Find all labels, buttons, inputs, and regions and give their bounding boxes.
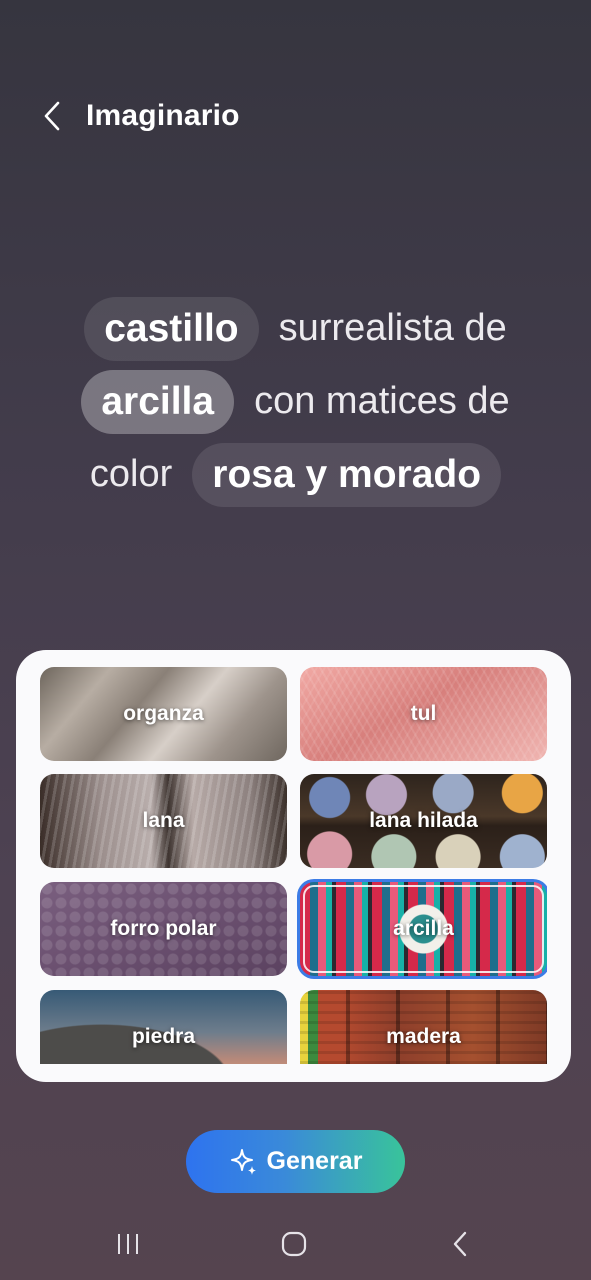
style-tile-piedra[interactable]: piedra: [40, 990, 287, 1064]
back-icon: [453, 1231, 467, 1257]
style-tile-label: piedra: [131, 1025, 196, 1048]
style-tile-tul[interactable]: tul: [300, 667, 547, 761]
generate-button[interactable]: Generar: [186, 1130, 405, 1193]
prompt-line-3: color rosa y morado: [0, 438, 591, 511]
style-picker-panel: organza tul lana lana hilada forro polar…: [16, 650, 571, 1082]
nav-back-button[interactable]: [420, 1212, 500, 1276]
style-tile-organza[interactable]: organza: [40, 667, 287, 761]
style-tile-lana[interactable]: lana: [40, 774, 287, 868]
home-icon: [281, 1231, 307, 1257]
recents-icon: [118, 1234, 138, 1254]
system-nav-bar: [0, 1212, 591, 1276]
style-tile-label: arcilla: [393, 917, 454, 940]
prompt-text: castillo surrealista de arcilla con mati…: [0, 292, 591, 511]
style-tile-label: organza: [123, 702, 204, 725]
style-tile-forro-polar[interactable]: forro polar: [40, 882, 287, 976]
style-tile-label: forro polar: [110, 917, 217, 940]
generate-label: Generar: [266, 1147, 363, 1175]
style-tile-madera[interactable]: madera: [300, 990, 547, 1064]
header: Imaginario: [34, 92, 240, 140]
recents-button[interactable]: [88, 1212, 168, 1276]
prompt-line-2: arcilla con matices de: [0, 365, 591, 438]
style-tile-lana-hilada[interactable]: lana hilada: [300, 774, 547, 868]
prompt-word: con matices de: [254, 380, 510, 422]
style-tile-label: madera: [386, 1025, 461, 1048]
page-title: Imaginario: [86, 99, 240, 132]
keyword-chip-subject[interactable]: castillo: [84, 296, 259, 361]
chevron-left-icon: [44, 101, 60, 131]
style-grid: organza tul lana lana hilada forro polar…: [40, 666, 547, 1064]
home-button[interactable]: [254, 1212, 334, 1276]
prompt-word: color: [89, 453, 173, 495]
style-tile-label: tul: [410, 702, 437, 725]
prompt-word: surrealista de: [278, 307, 507, 349]
style-tile-label: lana: [142, 809, 185, 832]
keyword-chip-color[interactable]: rosa y morado: [192, 442, 502, 507]
style-tile-arcilla-selected[interactable]: arcilla: [300, 882, 547, 976]
back-button[interactable]: [34, 92, 70, 140]
prompt-line-1: castillo surrealista de: [0, 292, 591, 365]
sparkle-icon: [230, 1148, 256, 1175]
keyword-chip-style[interactable]: arcilla: [81, 369, 235, 434]
style-tile-label: lana hilada: [369, 809, 478, 832]
